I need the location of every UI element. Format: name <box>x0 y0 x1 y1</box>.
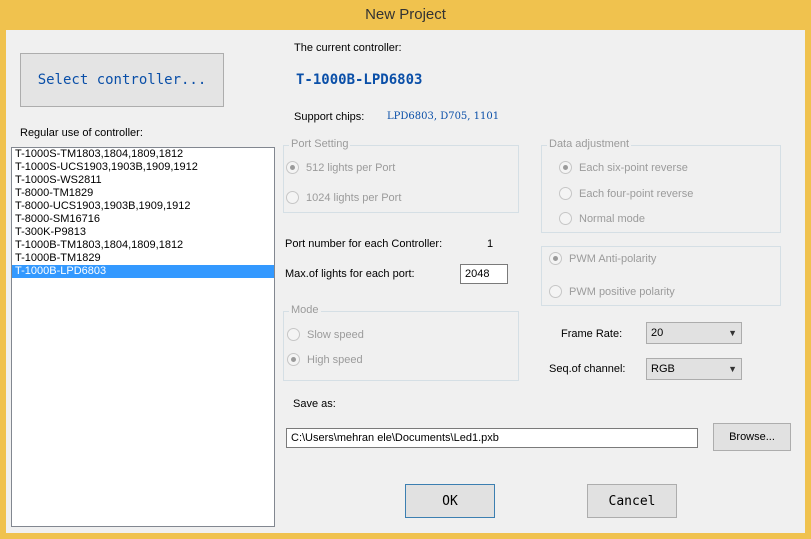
list-item[interactable]: T-1000S-TM1803,1804,1809,1812 <box>12 148 274 161</box>
controller-list[interactable]: T-1000S-TM1803,1804,1809,1812 T-1000S-UC… <box>11 147 275 527</box>
save-as-label: Save as: <box>293 398 336 410</box>
radio-normal-mode[interactable]: Normal mode <box>559 212 645 225</box>
radio-selected-icon <box>286 161 299 174</box>
list-item-selected[interactable]: T-1000B-LPD6803 <box>12 265 274 278</box>
list-item[interactable]: T-1000B-TM1829 <box>12 252 274 265</box>
port-setting-title: Port Setting <box>289 138 351 150</box>
radio-empty-icon <box>559 187 572 200</box>
mode-title: Mode <box>289 304 321 316</box>
support-chips-value: LPD6803, D705, 1101 <box>387 111 500 122</box>
radio-empty-icon <box>559 212 572 225</box>
save-path-input[interactable]: C:\Users\mehran ele\Documents\Led1.pxb <box>286 428 698 448</box>
list-item[interactable]: T-1000S-WS2811 <box>12 174 274 187</box>
max-lights-input[interactable]: 2048 <box>460 264 508 284</box>
cancel-button[interactable]: Cancel <box>587 484 677 518</box>
radio-empty-icon <box>549 285 562 298</box>
current-controller-value: T-1000B-LPD6803 <box>296 72 423 88</box>
current-controller-label: The current controller: <box>294 42 402 54</box>
radio-512-lights[interactable]: 512 lights per Port <box>286 161 395 174</box>
radio-six-point-reverse[interactable]: Each six-point reverse <box>559 161 688 174</box>
radio-empty-icon <box>287 328 300 341</box>
radio-label: 1024 lights per Port <box>306 191 402 204</box>
seq-channel-value: RGB <box>651 363 675 375</box>
title-bar[interactable]: New Project <box>0 0 811 30</box>
radio-label: PWM positive polarity <box>569 285 675 298</box>
browse-button[interactable]: Browse... <box>713 423 791 451</box>
list-item[interactable]: T-1000B-TM1803,1804,1809,1812 <box>12 239 274 252</box>
seq-channel-select[interactable]: RGB ▼ <box>646 358 742 380</box>
radio-label: PWM Anti-polarity <box>569 252 657 265</box>
radio-1024-lights[interactable]: 1024 lights per Port <box>286 191 401 204</box>
mode-group: Mode <box>283 304 519 381</box>
radio-pwm-anti-polarity[interactable]: PWM Anti-polarity <box>549 252 656 265</box>
frame-rate-select[interactable]: 20 ▼ <box>646 322 742 344</box>
chevron-down-icon: ▼ <box>728 328 737 338</box>
list-item[interactable]: T-8000-TM1829 <box>12 187 274 200</box>
list-item[interactable]: T-1000S-UCS1903,1903B,1909,1912 <box>12 161 274 174</box>
ok-button[interactable]: OK <box>405 484 495 518</box>
radio-label: Normal mode <box>579 212 646 225</box>
radio-label: High speed <box>307 353 363 366</box>
radio-selected-icon <box>549 252 562 265</box>
frame-rate-value: 20 <box>651 327 664 339</box>
list-item[interactable]: T-8000-UCS1903,1903B,1909,1912 <box>12 200 274 213</box>
select-controller-button[interactable]: Select controller... <box>20 53 224 107</box>
port-number-value: 1 <box>487 238 494 250</box>
regular-use-label: Regular use of controller: <box>20 127 143 139</box>
list-item[interactable]: T-8000-SM16716 <box>12 213 274 226</box>
radio-high-speed[interactable]: High speed <box>287 353 363 366</box>
chevron-down-icon: ▼ <box>728 364 737 374</box>
radio-four-point-reverse[interactable]: Each four-point reverse <box>559 187 693 200</box>
window-title: New Project <box>365 6 446 23</box>
radio-label: Slow speed <box>307 328 364 341</box>
radio-label: 512 lights per Port <box>306 161 396 174</box>
port-number-label: Port number for each Controller: <box>285 238 443 250</box>
max-lights-label: Max.of lights for each port: <box>285 268 415 280</box>
frame-rate-label: Frame Rate: <box>561 328 623 340</box>
radio-selected-icon <box>287 353 300 366</box>
radio-selected-icon <box>559 161 572 174</box>
radio-label: Each six-point reverse <box>579 161 688 174</box>
radio-pwm-positive-polarity[interactable]: PWM positive polarity <box>549 285 675 298</box>
seq-channel-label: Seq.of channel: <box>549 363 626 375</box>
list-item[interactable]: T-300K-P9813 <box>12 226 274 239</box>
radio-label: Each four-point reverse <box>579 187 694 200</box>
support-chips-label: Support chips: <box>294 111 365 123</box>
radio-empty-icon <box>286 191 299 204</box>
data-adjustment-title: Data adjustment <box>547 138 632 150</box>
radio-slow-speed[interactable]: Slow speed <box>287 328 364 341</box>
